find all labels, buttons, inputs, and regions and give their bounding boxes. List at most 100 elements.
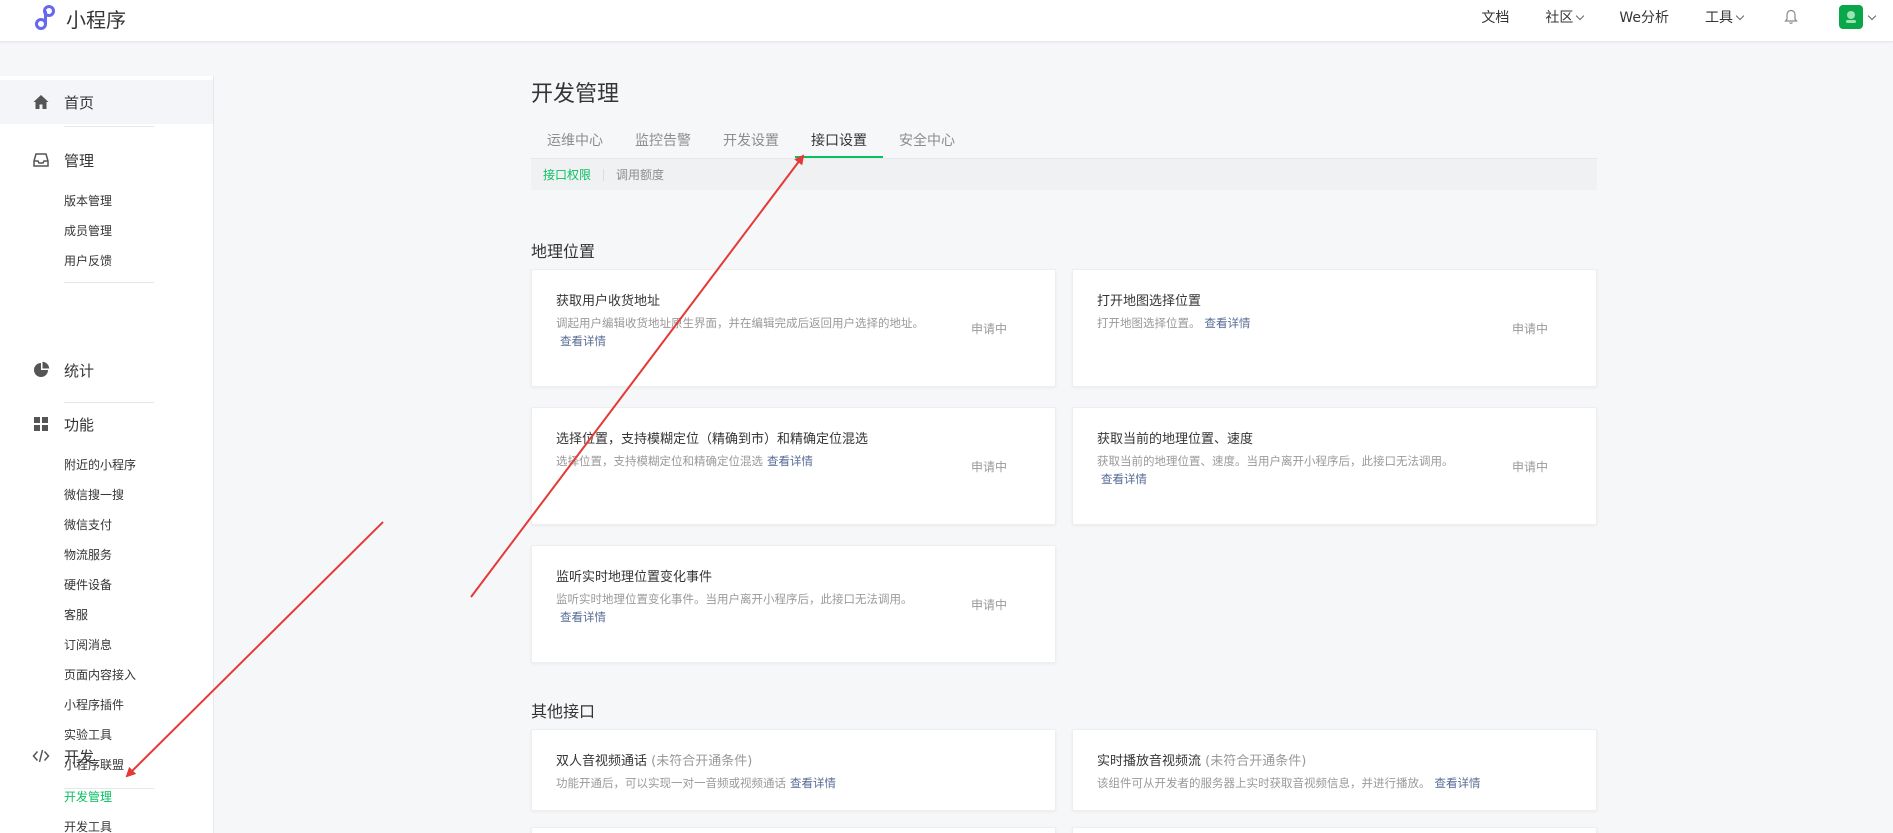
tab-dev-settings[interactable]: 开发设置 [707,124,795,158]
tab-api-settings[interactable]: 接口设置 [795,124,883,158]
nav-docs[interactable]: 文档 [1481,7,1509,27]
logo[interactable]: 小程序 [30,2,126,34]
nav-community[interactable]: 社区 [1545,7,1585,27]
nav-tools-label: 工具 [1705,10,1733,26]
avatar[interactable] [1839,5,1863,29]
section-title-geo: 地理位置 [531,242,596,261]
api-card: 打开地图选择位置 打开地图选择位置。 查看详情 申请中 [1072,269,1597,387]
subtab-call-quota[interactable]: 调用额度 [616,166,664,183]
sidebar-sub-version[interactable]: 版本管理 [0,186,213,216]
view-details-link[interactable]: 查看详情 [790,776,836,790]
grid-icon [32,415,50,433]
sidebar-sub-search[interactable]: 微信搜一搜 [0,480,213,510]
eligibility-note: (未符合开通条件) [651,754,753,769]
api-card-title: 打开地图选择位置 [1097,294,1202,309]
api-card-desc: 该组件可从开发者的服务器上实时获取音视频信息，并进行播放。 查看详情 [1097,774,1577,792]
view-details-link[interactable]: 查看详情 [1435,776,1481,790]
miniprogram-logo-icon [35,5,55,30]
sidebar-item-label: 统计 [64,361,95,380]
sidebar-item-label: 首页 [64,93,95,112]
sidebar-item-stats[interactable]: 统计 [0,348,213,392]
eligibility-note: (未符合开通条件) [1205,754,1307,769]
api-card-desc-text: 选择位置，支持模糊定位和精确定位混选 [556,454,763,468]
chevron-down-icon [1576,11,1585,20]
api-card-title-text: 双人音视频通话 [556,754,648,769]
api-card-desc-text: 监听实时地理位置变化事件。当用户离开小程序后，此接口无法调用。 [556,592,913,606]
status-badge: 申请中 [1511,460,1548,474]
api-card-title: 双人音视频通话 (未符合开通条件) [556,750,752,769]
nav-tools[interactable]: 工具 [1705,7,1745,27]
nav-we-analysis[interactable]: We分析 [1619,7,1669,27]
sidebar-item-label: 管理 [64,151,95,170]
sidebar-sub-page-content[interactable]: 页面内容接入 [0,660,213,690]
nav-docs-label: 文档 [1481,10,1510,26]
api-card-desc-text: 调起用户编辑收货地址原生界面，并在编辑完成后返回用户选择的地址。 [556,316,924,330]
api-card-desc: 监听实时地理位置变化事件。当用户离开小程序后，此接口无法调用。查看详情 [556,590,926,626]
status-badge: 申请中 [970,322,1007,336]
sidebar-sub-hardware[interactable]: 硬件设备 [0,570,213,600]
sidebar-sub-pay[interactable]: 微信支付 [0,510,213,540]
api-card: 获取用户收货地址 调起用户编辑收货地址原生界面，并在编辑完成后返回用户选择的地址… [531,269,1056,387]
tab-monitor[interactable]: 监控告警 [619,124,707,158]
top-nav: 小程序 文档 社区 We分析 工具 [0,0,1893,42]
sidebar-sub-logistics[interactable]: 物流服务 [0,540,213,570]
api-card: 获取当前的地理位置、速度 获取当前的地理位置、速度。当用户离开小程序后，此接口无… [1072,407,1597,525]
view-details-link[interactable]: 查看详情 [767,454,813,468]
page-title: 开发管理 [531,82,620,107]
chevron-down-icon [1735,11,1745,20]
sidebar-sub-feedback[interactable]: 用户反馈 [0,246,213,276]
status-badge: 申请中 [970,460,1007,474]
api-card-partial [531,827,1056,833]
subtab-api-permission[interactable]: 接口权限 [543,166,591,183]
sidebar-item-label: 开发 [64,747,95,766]
view-details-link[interactable]: 查看详情 [560,610,606,624]
inbox-icon [32,151,50,169]
api-card-desc-text: 该组件可从开发者的服务器上实时获取音视频信息，并进行播放。 [1097,776,1431,790]
api-card-desc-text: 打开地图选择位置。 [1097,316,1201,330]
api-card-title-text: 实时播放音视频流 [1097,754,1202,769]
api-card-title: 监听实时地理位置变化事件 [556,570,713,585]
sidebar-sub-plugin[interactable]: 小程序插件 [0,690,213,720]
status-badge: 申请中 [970,598,1007,612]
api-card-title: 获取用户收货地址 [556,294,661,309]
avatar-image-icon [1846,11,1856,23]
api-card-desc: 选择位置，支持模糊定位和精确定位混选 查看详情 [556,452,926,470]
sidebar-sub-members[interactable]: 成员管理 [0,216,213,246]
sidebar-sub-service[interactable]: 客服 [0,600,213,630]
pie-chart-icon [32,361,50,379]
tab-ops[interactable]: 运维中心 [531,124,619,158]
sidebar-sub-dev-manage[interactable]: 开发管理 [0,782,213,812]
sidebar-item-label: 功能 [64,415,95,434]
sidebar-item-features[interactable]: 功能 [0,402,213,446]
sidebar-sub-subscribe[interactable]: 订阅消息 [0,630,213,660]
api-card-desc: 调起用户编辑收货地址原生界面，并在编辑完成后返回用户选择的地址。查看详情 [556,314,926,350]
api-card-desc: 打开地图选择位置。 查看详情 [1097,314,1467,332]
view-details-link[interactable]: 查看详情 [1101,472,1147,486]
status-badge: 申请中 [1511,322,1548,336]
sidebar-item-home[interactable]: 首页 [0,80,213,124]
api-card-desc-text: 获取当前的地理位置、速度。当用户离开小程序后，此接口无法调用。 [1097,454,1454,468]
api-card-desc: 功能开通后，可以实现一对一音频或视频通话 查看详情 [556,774,1036,792]
api-card-title: 选择位置，支持模糊定位（精确到市）和精确定位混选 [556,432,869,447]
sidebar-item-dev[interactable]: 开发 [0,734,213,778]
api-card-title: 实时播放音视频流 (未符合开通条件) [1097,750,1306,769]
api-card: 选择位置，支持模糊定位（精确到市）和精确定位混选 选择位置，支持模糊定位和精确定… [531,407,1056,525]
sidebar-sub-nearby[interactable]: 附近的小程序 [0,450,213,480]
code-icon [32,747,50,765]
view-details-link[interactable]: 查看详情 [560,334,606,348]
nav-we-analysis-label: We分析 [1619,10,1669,26]
sidebar: 首页 管理 版本管理 成员管理 用户反馈 统计 功能 附近的小程序 微信搜一搜 … [0,76,214,833]
sub-tab-bar: 接口权限 调用额度 [531,158,1597,190]
api-card-title: 获取当前的地理位置、速度 [1097,432,1254,447]
sidebar-item-manage[interactable]: 管理 [0,138,213,182]
tab-security[interactable]: 安全中心 [883,124,971,158]
api-card: 监听实时地理位置变化事件 监听实时地理位置变化事件。当用户离开小程序后，此接口无… [531,545,1056,663]
bell-icon[interactable] [1783,9,1799,25]
view-details-link[interactable]: 查看详情 [1205,316,1251,330]
api-card: 实时播放音视频流 (未符合开通条件) 该组件可从开发者的服务器上实时获取音视频信… [1072,729,1597,811]
home-icon [32,93,50,111]
api-card-partial [1072,827,1597,833]
chevron-down-icon[interactable] [1867,11,1877,20]
api-card-desc: 获取当前的地理位置、速度。当用户离开小程序后，此接口无法调用。查看详情 [1097,452,1467,488]
sidebar-sub-dev-tools[interactable]: 开发工具 [0,812,213,833]
